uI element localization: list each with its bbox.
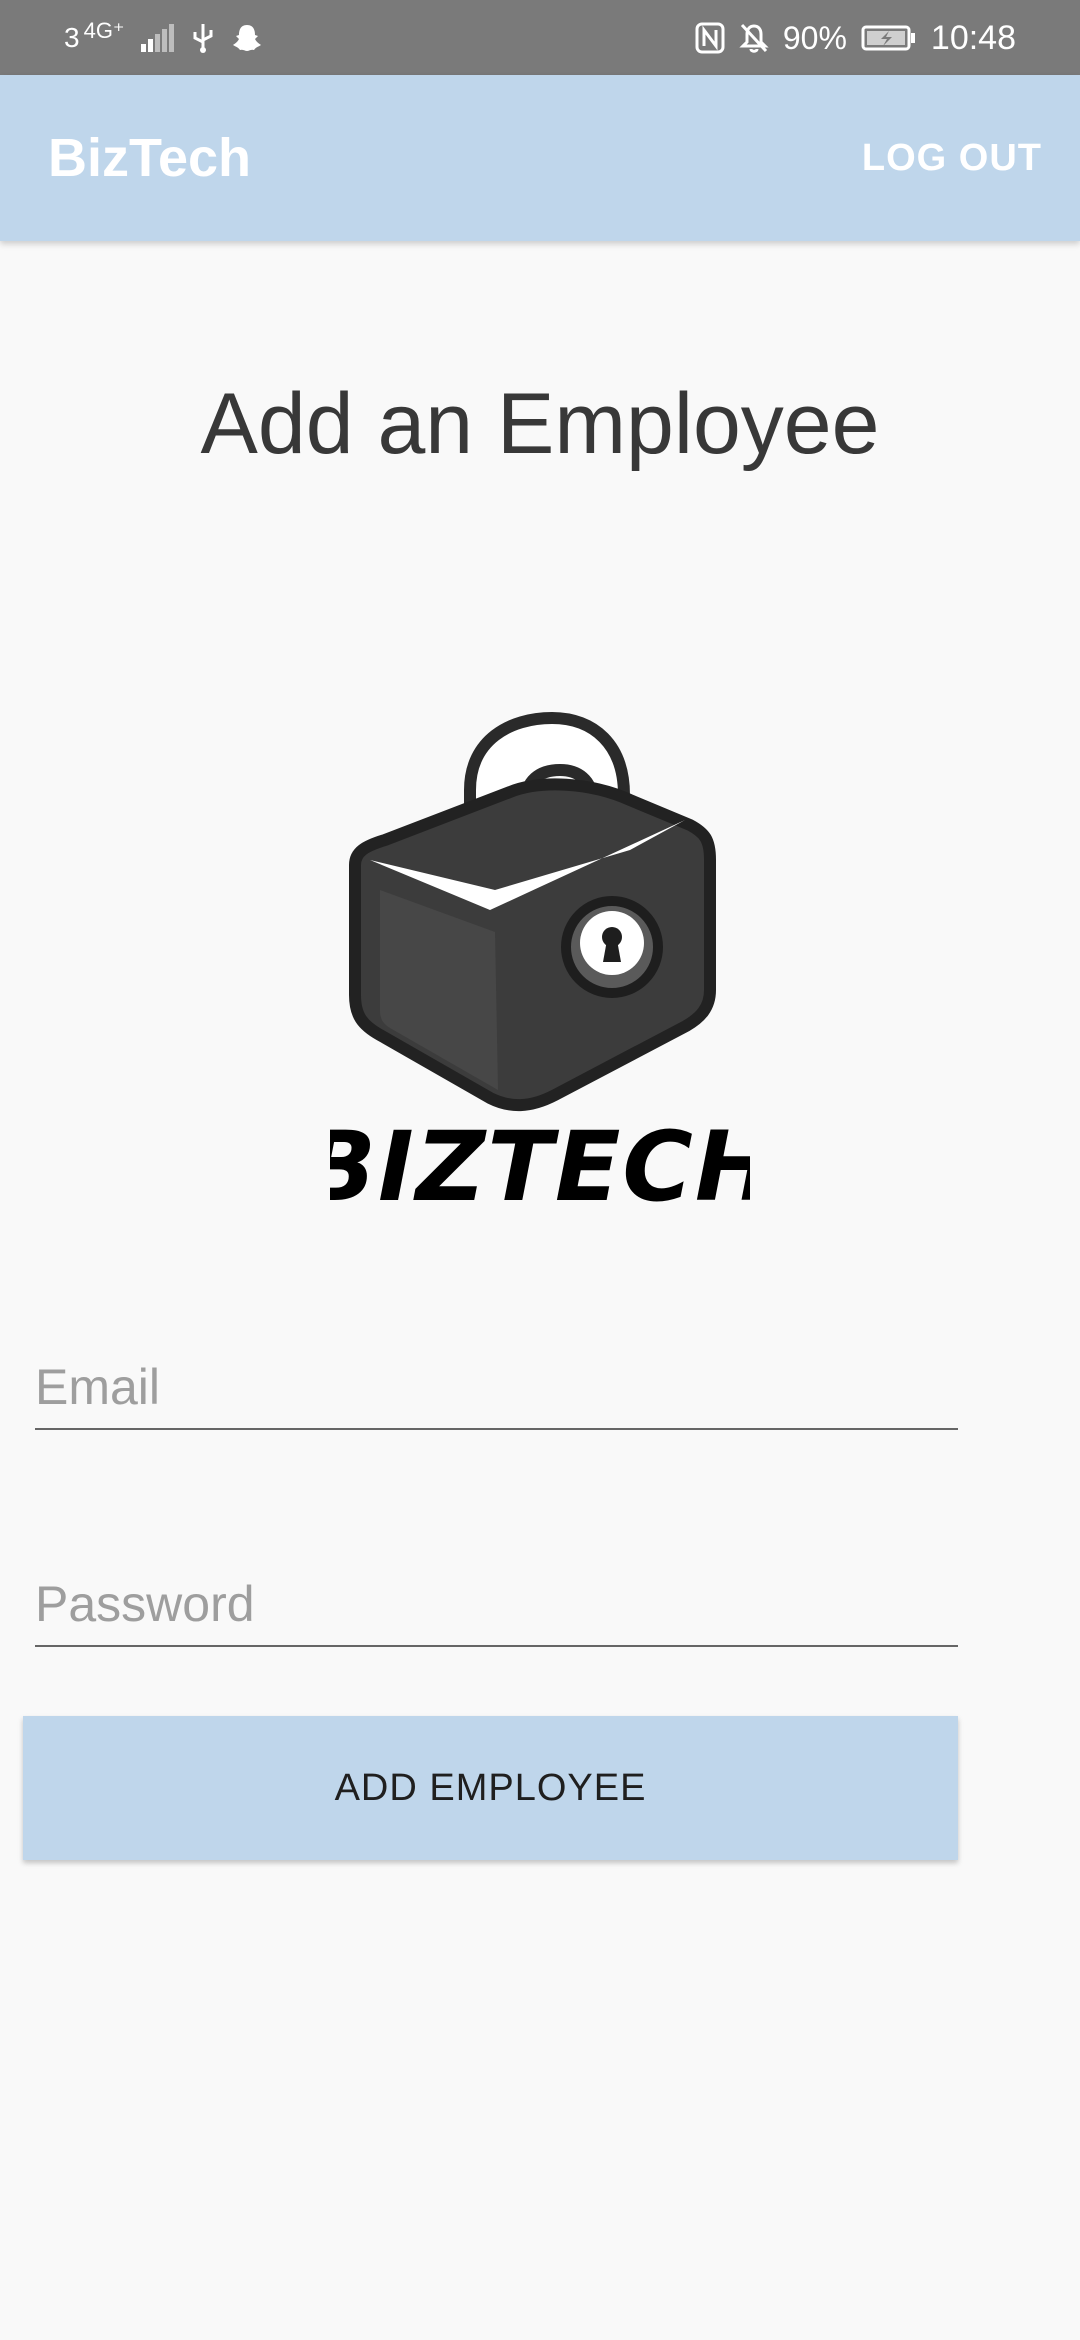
mute-icon [739,23,769,53]
app-title: BizTech [48,128,252,188]
clock: 10:48 [930,18,1016,57]
password-field[interactable] [35,1575,958,1647]
network-type-label: 4G⁺ [83,17,125,43]
logout-button[interactable]: LOG OUT [862,75,1042,241]
email-input[interactable] [35,1358,958,1428]
usb-icon [193,23,213,53]
battery-charging-icon [861,25,915,50]
snapchat-icon [232,24,261,51]
app-bar: BizTech LOG OUT [0,75,1080,241]
biztech-logo: BIZTECH [330,711,750,1220]
page-title: Add an Employee [200,376,880,472]
status-right: 90% 10:48 [695,0,1016,75]
password-input[interactable] [35,1575,958,1645]
email-field[interactable] [35,1358,958,1430]
battery-percent: 90% [782,19,847,56]
nfc-icon [695,22,725,53]
signal-icon [140,23,174,52]
logo-wordmark: BIZTECH [330,1111,750,1220]
status-left: 3 4G⁺ [64,0,263,75]
carrier-label: 3 [64,21,80,53]
status-bar: 3 4G⁺ 90% 10:48 [0,0,1080,75]
add-employee-button[interactable]: ADD EMPLOYEE [23,1716,958,1860]
